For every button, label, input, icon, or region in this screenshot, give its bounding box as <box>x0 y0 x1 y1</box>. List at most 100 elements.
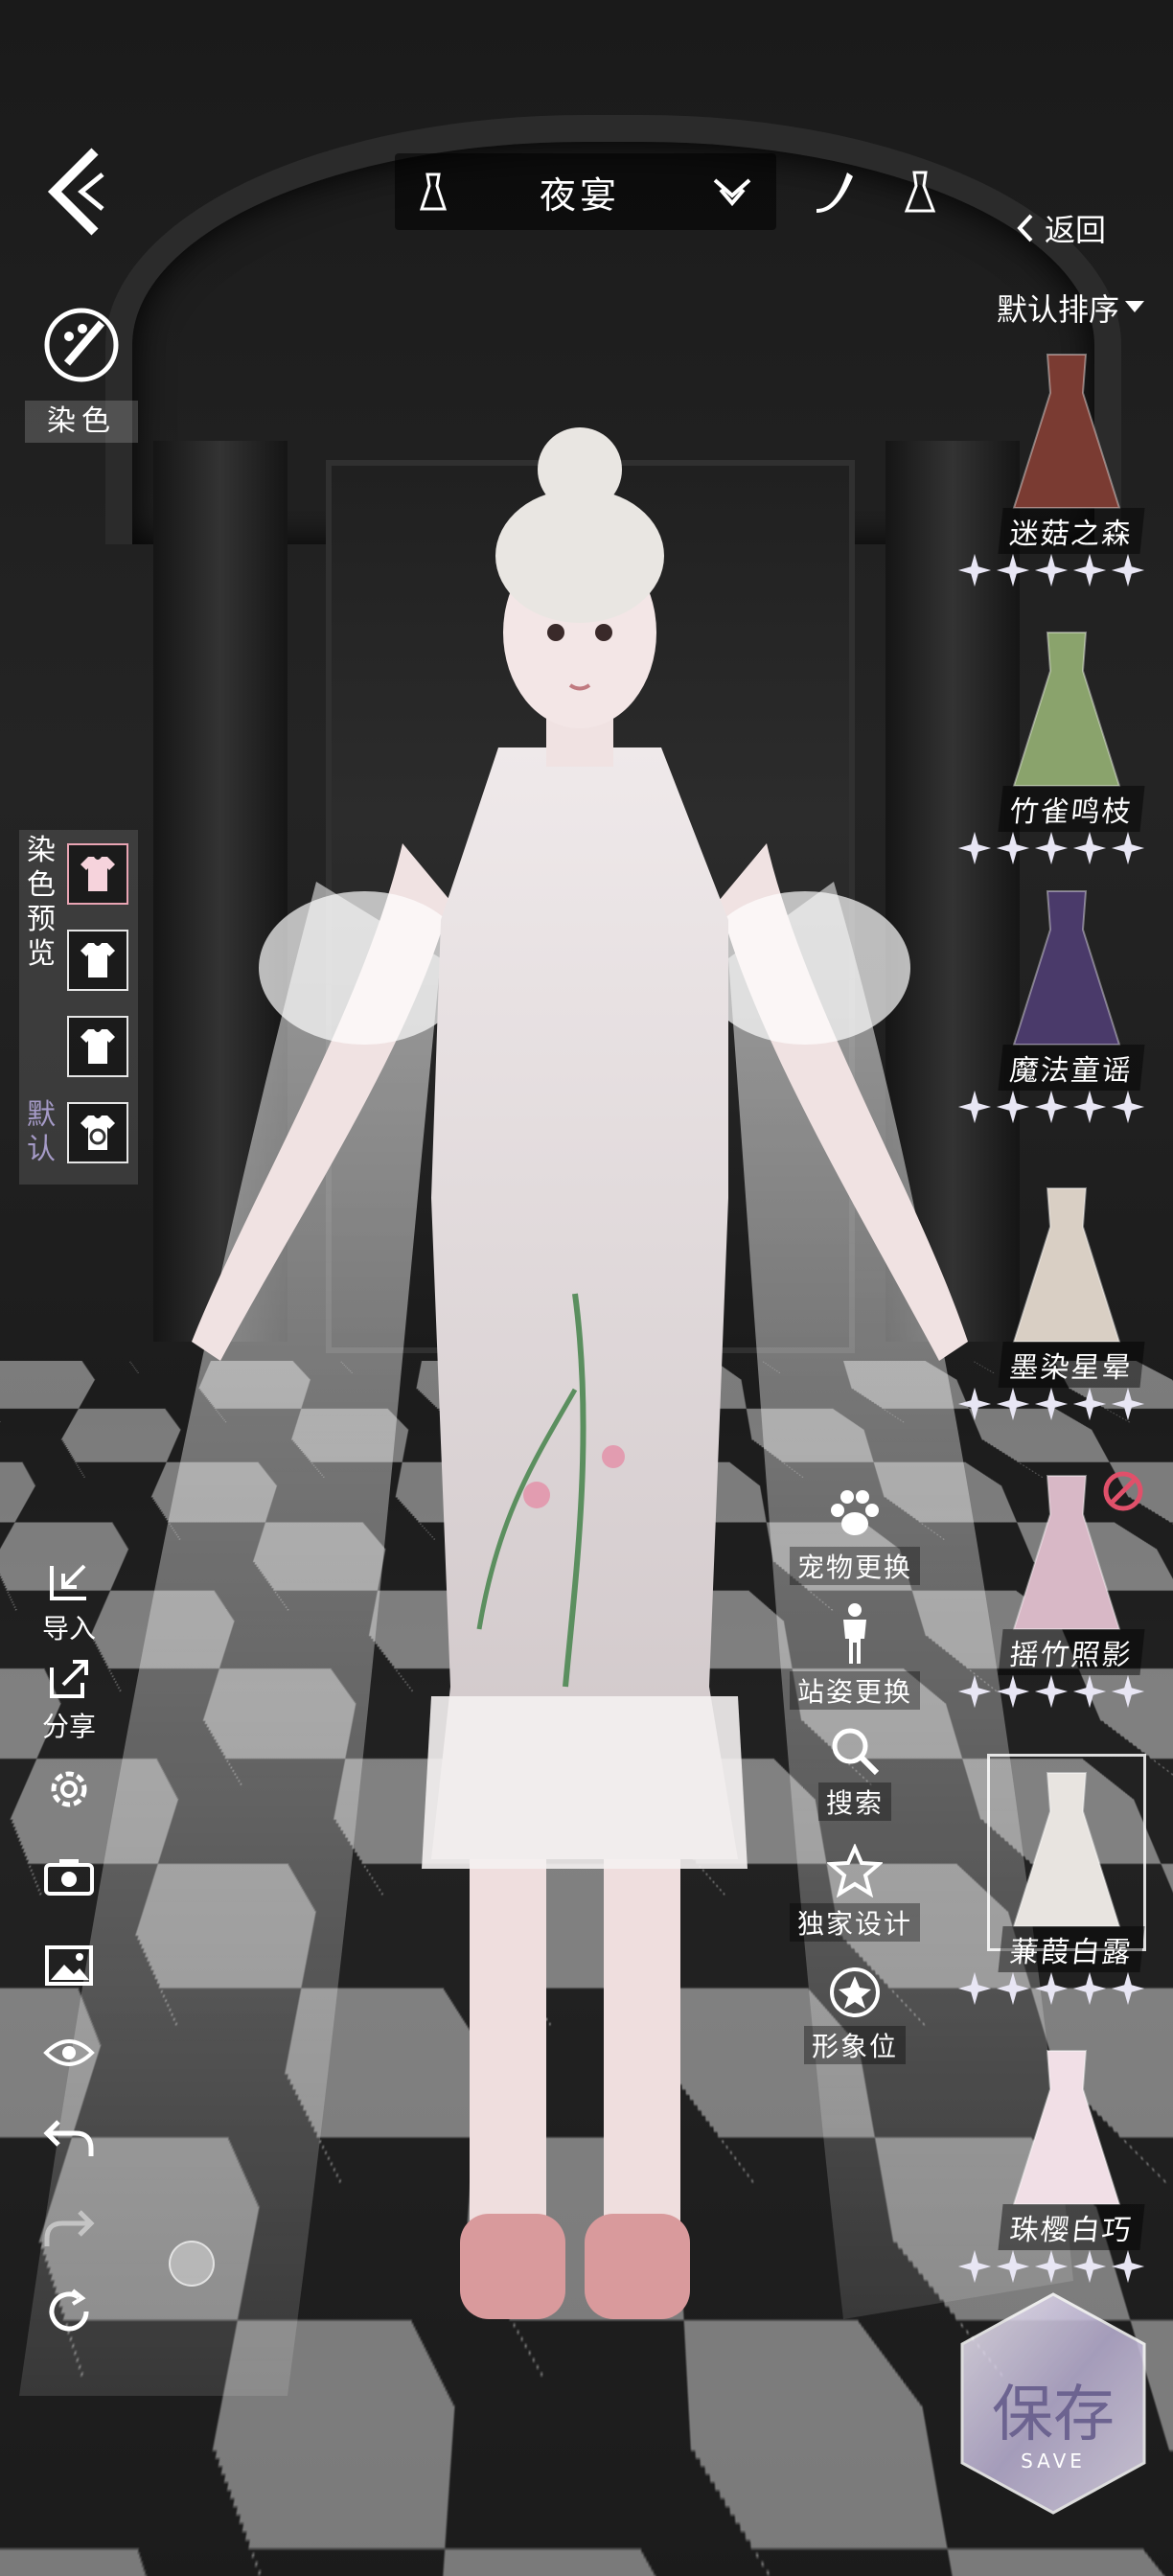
search-button[interactable]: 搜索 <box>788 1725 922 1821</box>
import-icon <box>50 1564 86 1600</box>
dress-icon <box>418 172 448 211</box>
reset-button[interactable] <box>34 2287 104 2336</box>
rating-star-icon <box>1034 553 1069 587</box>
outfit-name: 珠樱白巧 <box>998 2204 1145 2250</box>
share-button[interactable]: 分享 <box>34 1658 104 1744</box>
eye-icon <box>43 2039 95 2066</box>
rating-star-icon <box>1072 1971 1107 2006</box>
outfit-card[interactable]: 魔法童谣 <box>957 882 1158 1124</box>
palette-brush-icon <box>44 308 119 382</box>
rating-star-icon <box>1111 1090 1145 1124</box>
dye-preview-slot-2[interactable] <box>67 930 128 991</box>
rating-star-icon <box>1111 553 1145 587</box>
outfit-rating <box>956 1089 1146 1125</box>
outfit-name: 魔法童谣 <box>998 1045 1145 1091</box>
outfit-thumbnail <box>995 882 1138 1054</box>
import-label: 导入 <box>41 1613 96 1644</box>
redo-button[interactable] <box>34 2206 104 2250</box>
rating-star-icon <box>996 1971 1030 2006</box>
hide-ui-button[interactable] <box>34 2034 104 2072</box>
star-outline-icon <box>827 1844 883 1898</box>
chevron-down-icon[interactable] <box>711 174 753 209</box>
shirt-icon <box>80 1029 115 1064</box>
rating-star-icon <box>1072 1090 1107 1124</box>
rating-star-icon <box>957 1674 992 1709</box>
rating-star-icon <box>996 2249 1030 2284</box>
share-icon <box>50 1660 88 1698</box>
image-icon <box>45 1945 93 1986</box>
chevron-left-small-icon <box>1016 214 1035 242</box>
dye-preview-label: 染色预览 <box>27 834 56 971</box>
reset-icon <box>49 2288 89 2332</box>
pose-change-button[interactable]: 站姿更换 <box>788 1602 922 1710</box>
outfit-toggle-button[interactable] <box>891 161 949 222</box>
outfit-card[interactable]: 竹雀鸣枝 <box>957 623 1158 865</box>
camera-icon <box>44 1859 94 1896</box>
sort-dropdown[interactable]: 默认排序 <box>997 284 1169 332</box>
dye-preview-reset-slot[interactable] <box>67 1102 128 1163</box>
outfit-name: 墨染星晕 <box>998 1342 1145 1388</box>
rating-star-icon <box>1111 831 1145 865</box>
return-label: 返回 <box>1045 212 1107 248</box>
avatar-slot-icon <box>830 1967 880 2017</box>
dye-preview-slot-1[interactable] <box>67 843 128 905</box>
redo-icon <box>44 2210 95 2246</box>
rating-star-icon <box>1034 1971 1069 2006</box>
shirt-icon <box>80 943 115 978</box>
save-button[interactable]: 保存 SAVE <box>953 2288 1154 2518</box>
undo-icon <box>43 2120 94 2156</box>
outfit-thumbnail <box>995 2041 1138 2214</box>
rating-star-icon <box>1072 1387 1107 1421</box>
outfit-card[interactable]: 迷菇之森 <box>957 345 1158 587</box>
outfit-card[interactable]: 珠樱白巧 <box>957 2041 1158 2284</box>
sort-label: 默认排序 <box>997 291 1120 328</box>
rating-star-icon <box>1034 2249 1069 2284</box>
avatar-slot-label: 形象位 <box>803 2026 906 2064</box>
rating-star-icon <box>1034 1674 1069 1709</box>
save-sublabel: SAVE <box>1021 2450 1086 2472</box>
pet-change-button[interactable]: 宠物更换 <box>788 1485 922 1585</box>
undo-button[interactable] <box>34 2116 104 2160</box>
save-label: 保存 <box>992 2380 1115 2450</box>
exclusive-design-button[interactable]: 独家设计 <box>788 1844 922 1942</box>
pet-paw-icon <box>831 1490 879 1535</box>
rating-star-icon <box>957 1971 992 2006</box>
outfit-category-selector[interactable]: 夜宴 <box>395 153 776 230</box>
outfit-card[interactable]: 蒹葭白露 <box>957 1754 1158 2006</box>
rating-star-icon <box>957 1387 992 1421</box>
no-entry-icon[interactable] <box>1102 1470 1144 1512</box>
rating-star-icon <box>1034 831 1069 865</box>
rotate-handle[interactable] <box>169 2241 215 2287</box>
return-button[interactable]: 返回 <box>1016 199 1150 257</box>
share-label: 分享 <box>41 1711 96 1742</box>
outfit-rating <box>956 830 1146 866</box>
pose-icon <box>843 1603 866 1664</box>
outfit-rating <box>956 1386 1146 1422</box>
rating-star-icon <box>1034 1387 1069 1421</box>
rating-star-icon <box>957 553 992 587</box>
camera-button[interactable] <box>34 1855 104 1898</box>
dye-preview-slot-3[interactable] <box>67 1016 128 1077</box>
brush-icon <box>816 172 853 213</box>
dye-button[interactable] <box>38 299 125 391</box>
outfit-name: 蒹葭白露 <box>998 1926 1145 1972</box>
gallery-button[interactable] <box>34 1944 104 1988</box>
settings-button[interactable] <box>34 1763 104 1815</box>
pet-change-label: 宠物更换 <box>789 1547 920 1585</box>
outfit-card[interactable]: 墨染星晕 <box>957 1179 1158 1421</box>
rating-star-icon <box>1111 1387 1145 1421</box>
rating-star-icon <box>1072 831 1107 865</box>
import-button[interactable]: 导入 <box>34 1560 104 1646</box>
brush-tool-button[interactable] <box>803 161 861 222</box>
outfit-rating <box>956 1970 1146 2007</box>
rating-star-icon <box>996 1090 1030 1124</box>
rating-star-icon <box>996 831 1030 865</box>
rating-star-icon <box>996 1674 1030 1709</box>
outfit-rating <box>956 552 1146 588</box>
outfit-thumbnail <box>995 345 1138 518</box>
outfit-category-title: 夜宴 <box>539 173 620 217</box>
back-chevron-button[interactable] <box>38 144 115 240</box>
avatar-slot-button[interactable]: 形象位 <box>788 1965 922 2064</box>
rating-star-icon <box>1072 1674 1107 1709</box>
rating-star-icon <box>1072 2249 1107 2284</box>
